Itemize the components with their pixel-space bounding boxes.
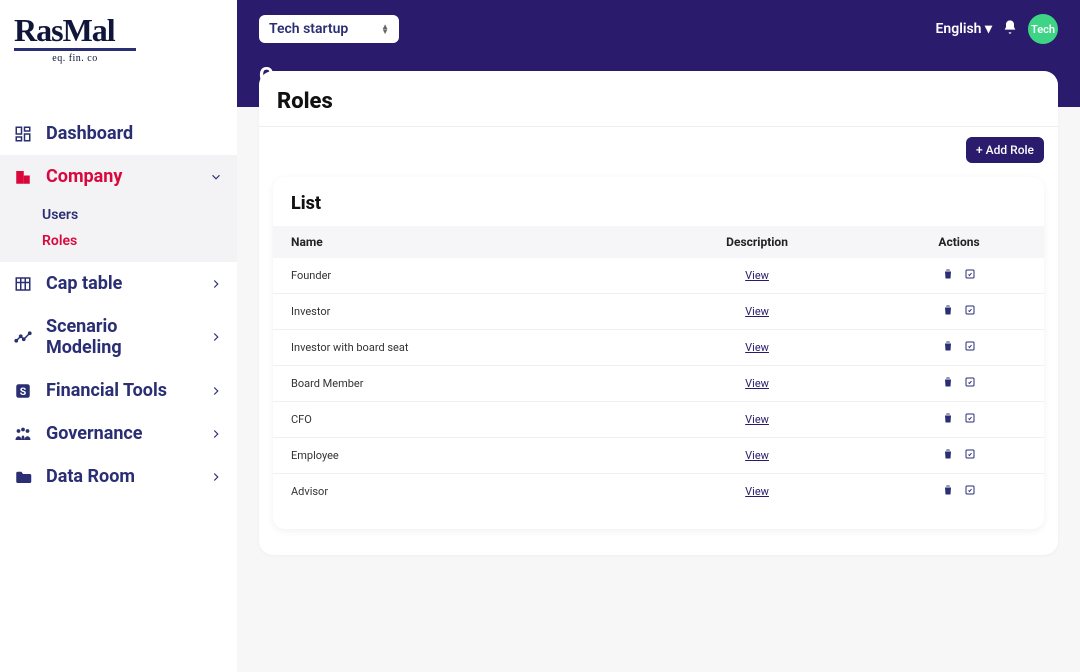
company-selected-label: Tech startup xyxy=(269,21,348,37)
brand-tagline: eq. fin. co xyxy=(14,53,136,64)
company-selector[interactable]: Tech startup ▲▼ xyxy=(259,15,399,43)
role-name-cell: Employee xyxy=(273,438,640,474)
main: Tech startup ▲▼ English ▾ Tech Company R… xyxy=(237,0,1080,672)
table-row: Advisor View xyxy=(273,474,1044,510)
sidebar-item-label: Data Room xyxy=(46,466,135,487)
view-link[interactable]: View xyxy=(745,377,769,390)
select-arrows-icon: ▲▼ xyxy=(381,24,389,34)
delete-icon[interactable] xyxy=(942,268,954,283)
sidebar-item-governance[interactable]: Governance xyxy=(0,412,237,455)
sidebar-item-captable[interactable]: Cap table xyxy=(0,262,237,305)
table-row: Investor View xyxy=(273,294,1044,330)
sidebar-item-label: Scenario Modeling xyxy=(46,316,195,358)
chevron-right-icon xyxy=(209,277,223,291)
sidebar-subitem-users[interactable]: Users xyxy=(42,202,237,228)
sidebar-subitem-roles[interactable]: Roles xyxy=(42,228,237,254)
edit-icon[interactable] xyxy=(964,412,976,427)
col-actions: Actions xyxy=(874,226,1044,258)
sidebar-item-dataroom[interactable]: Data Room xyxy=(0,455,237,498)
sidebar-item-label: Governance xyxy=(46,423,143,444)
delete-icon[interactable] xyxy=(942,304,954,319)
avatar[interactable]: Tech xyxy=(1028,14,1058,44)
delete-icon[interactable] xyxy=(942,376,954,391)
role-name-cell: Investor xyxy=(273,294,640,330)
building-icon xyxy=(14,168,32,186)
view-link[interactable]: View xyxy=(745,305,769,318)
sidebar-item-financial[interactable]: S Financial Tools xyxy=(0,369,237,412)
sidebar-item-dashboard[interactable]: Dashboard xyxy=(0,112,237,155)
col-description: Description xyxy=(640,226,874,258)
view-link[interactable]: View xyxy=(745,413,769,426)
add-role-button[interactable]: + Add Role xyxy=(966,137,1044,163)
table-row: Employee View xyxy=(273,438,1044,474)
logo: RasMal eq. fin. co xyxy=(0,0,237,72)
edit-icon[interactable] xyxy=(964,484,976,499)
chart-icon xyxy=(14,328,32,346)
view-link[interactable]: View xyxy=(745,269,769,282)
role-name-cell: Advisor xyxy=(273,474,640,510)
delete-icon[interactable] xyxy=(942,340,954,355)
folder-icon xyxy=(14,468,32,486)
dashboard-icon xyxy=(14,125,32,143)
table-icon xyxy=(14,275,32,293)
table-row: Founder View xyxy=(273,258,1044,294)
content: Roles + Add Role List Name Description A… xyxy=(237,71,1080,672)
chevron-right-icon xyxy=(209,384,223,398)
dollar-icon: S xyxy=(14,382,32,400)
svg-text:S: S xyxy=(20,384,27,397)
edit-icon[interactable] xyxy=(964,304,976,319)
sidebar-item-company[interactable]: Company xyxy=(0,155,237,198)
edit-icon[interactable] xyxy=(964,340,976,355)
role-name-cell: Board Member xyxy=(273,366,640,402)
sidebar-item-label: Dashboard xyxy=(46,123,133,144)
edit-icon[interactable] xyxy=(964,268,976,283)
sidebar-item-label: Company xyxy=(46,166,122,187)
sidebar: RasMal eq. fin. co Dashboard Company Use… xyxy=(0,0,237,672)
role-name-cell: Founder xyxy=(273,258,640,294)
chevron-right-icon xyxy=(209,427,223,441)
role-name-cell: Investor with board seat xyxy=(273,330,640,366)
col-name: Name xyxy=(273,226,640,258)
language-label: English xyxy=(936,21,982,37)
delete-icon[interactable] xyxy=(942,412,954,427)
roles-table: Name Description Actions FounderViewInve… xyxy=(273,226,1044,509)
table-row: Investor with board seat View xyxy=(273,330,1044,366)
edit-icon[interactable] xyxy=(964,376,976,391)
roles-heading: Roles xyxy=(277,89,1040,114)
edit-icon[interactable] xyxy=(964,448,976,463)
table-row: Board Member View xyxy=(273,366,1044,402)
view-link[interactable]: View xyxy=(745,449,769,462)
notifications-icon[interactable] xyxy=(1002,19,1018,39)
sidebar-item-label: Cap table xyxy=(46,273,122,294)
people-icon xyxy=(14,425,32,443)
roles-card: Roles + Add Role List Name Description A… xyxy=(259,71,1058,555)
view-link[interactable]: View xyxy=(745,485,769,498)
list-title: List xyxy=(273,193,1044,226)
delete-icon[interactable] xyxy=(942,484,954,499)
view-link[interactable]: View xyxy=(745,341,769,354)
sidebar-item-scenario[interactable]: Scenario Modeling xyxy=(0,305,237,369)
table-row: CFO View xyxy=(273,402,1044,438)
company-submenu: Users Roles xyxy=(0,198,237,262)
chevron-down-icon xyxy=(209,170,223,184)
brand-underline xyxy=(14,48,136,51)
sidebar-item-label: Financial Tools xyxy=(46,380,167,401)
chevron-right-icon xyxy=(209,470,223,484)
primary-nav: Dashboard Company Users Roles Cap table xyxy=(0,112,237,498)
role-name-cell: CFO xyxy=(273,402,640,438)
language-selector[interactable]: English ▾ xyxy=(936,21,992,37)
brand-name: RasMal xyxy=(14,14,223,46)
roles-list-card: List Name Description Actions Founder Vie… xyxy=(273,177,1044,529)
chevron-right-icon xyxy=(209,330,223,344)
delete-icon[interactable] xyxy=(942,448,954,463)
